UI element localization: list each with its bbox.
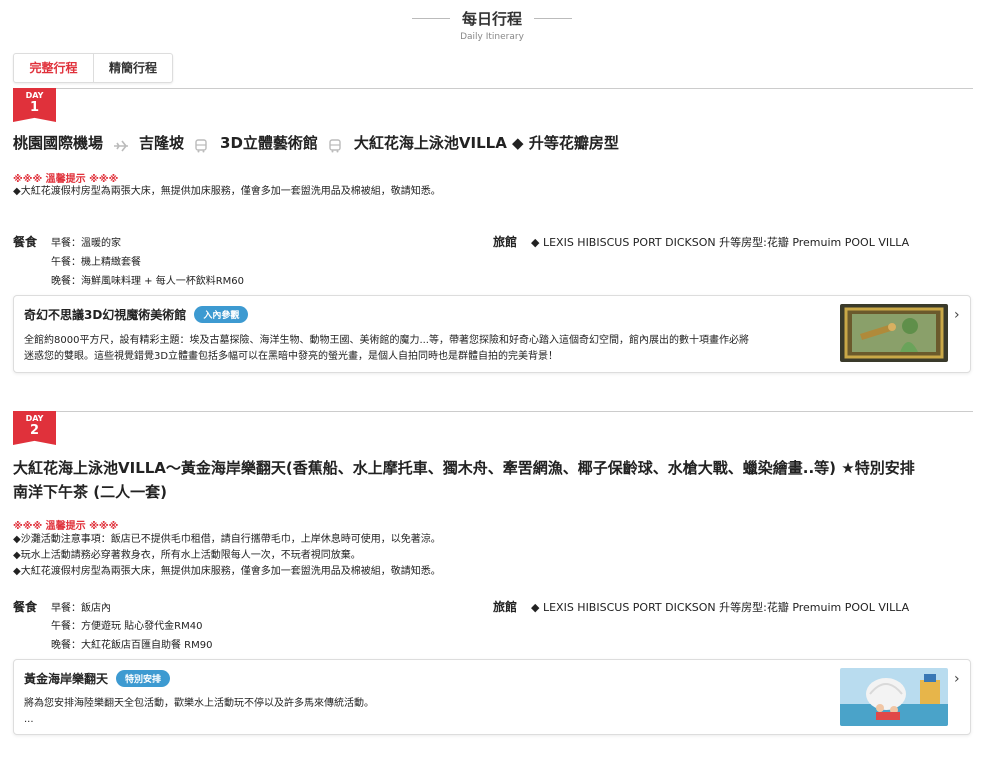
attraction-card[interactable]: 黃金海岸樂翻天 特別安排 將為您安排海陸樂翻天全包活動，歡樂水上活動玩不停以及許… (13, 659, 971, 735)
card-desc-line: 將為您安排海陸樂翻天全包活動，歡樂水上活動玩不停以及許多馬來傳統活動。 (24, 698, 374, 709)
meals-label: 餐食 (13, 235, 38, 249)
day-route: 大紅花海上泳池VILLA～黃金海岸樂翻天(香蕉船、水上摩托車、獨木舟、牽罟網漁、… (13, 456, 963, 504)
meal-lunch: 午餐：方便遊玩 貼心發代金RM40 (51, 621, 203, 632)
route-stop: 桃園國際機場 (13, 134, 104, 152)
day-badge-number: 1 (29, 100, 40, 115)
route-stop: 大紅花海上泳池VILLA ◆ 升等花瓣房型 (353, 134, 619, 152)
meal-breakfast: 早餐：飯店內 (51, 603, 111, 614)
day-route: 桃園國際機場 吉隆坡 3D立體藝術館 大紅花海上泳池VILLA ◆ 升等花瓣房型 (13, 131, 963, 155)
day-badge-number: 2 (29, 423, 40, 438)
card-description: 將為您安排海陸樂翻天全包活動，歡樂水上活動玩不停以及許多馬來傳統活動。 ... (24, 696, 834, 728)
hotel-label: 旅館 (493, 235, 518, 249)
meals-label: 餐食 (13, 600, 38, 614)
visit-tag: 入內參觀 (194, 306, 249, 323)
meal-lunch: 午餐：機上精緻套餐 (51, 257, 141, 268)
notice-title: ※※※ 溫馨提示 ※※※ (13, 174, 119, 185)
chevron-right-icon[interactable]: › (954, 308, 964, 322)
section-subtitle: Daily Itinerary (460, 32, 524, 42)
notice-line: ◆玩水上活動請務必穿著救身衣，所有水上活動限每人一次，不玩者視同放棄。 (13, 550, 361, 561)
bus-icon (328, 136, 344, 153)
title-divider-left (411, 18, 450, 19)
notice-title: ※※※ 溫馨提示 ※※※ (13, 521, 119, 532)
day-badge: DAY 2 (13, 411, 56, 445)
hotel-value: ◆ LEXIS HIBISCUS PORT DICKSON 升等房型:花瓣 Pr… (531, 601, 910, 614)
route-stop: 吉隆坡 (139, 134, 185, 152)
card-desc-line: 迷惑您的雙眼。這些視覺錯覺3D立體畫包括多幅可以在黑暗中發亮的螢光畫，是個人自拍… (24, 351, 559, 362)
title-divider-right (534, 18, 572, 19)
tab-full-itinerary[interactable]: 完整行程 (14, 54, 93, 82)
plane-icon (113, 136, 129, 152)
card-title: 黃金海岸樂翻天 (24, 672, 109, 686)
day-1-section: DAY 1 桃園國際機場 吉隆坡 3D立體藝術館 大紅花海上泳池VILLA ◆ … (13, 88, 973, 378)
day-2-section: DAY 2 大紅花海上泳池VILLA～黃金海岸樂翻天(香蕉船、水上摩托車、獨木舟… (13, 411, 973, 741)
meal-dinner: 晚餐：大紅花飯店百匯自助餐 RM90 (51, 640, 213, 651)
itinerary-tabs: 完整行程 精簡行程 (13, 53, 173, 83)
route-line: 南洋下午茶 (二人一套) (13, 483, 167, 501)
card-title-row: 黃金海岸樂翻天 特別安排 (24, 670, 171, 687)
hotel-value: ◆ LEXIS HIBISCUS PORT DICKSON 升等房型:花瓣 Pr… (531, 236, 910, 249)
card-desc-line: 全館約8000平方尺，設有精彩主題：埃及古墓探險、海洋生物、動物王國、美術館的魔… (24, 335, 749, 346)
route-stop: 3D立體藝術館 (220, 134, 318, 152)
attraction-thumbnail[interactable] (840, 668, 948, 726)
route-line: 大紅花海上泳池VILLA～黃金海岸樂翻天(香蕉船、水上摩托車、獨木舟、牽罟網漁、… (13, 459, 915, 477)
attraction-card[interactable]: 奇幻不思議3D幻視魔術美術館 入內參觀 全館約8000平方尺，設有精彩主題：埃及… (13, 295, 971, 373)
section-title: 每日行程 (461, 10, 522, 28)
card-title-row: 奇幻不思議3D幻視魔術美術館 入內參觀 (24, 306, 249, 323)
meal-breakfast: 早餐：溫暖的家 (51, 238, 121, 249)
bus-icon (194, 136, 210, 153)
chevron-right-icon[interactable]: › (954, 672, 964, 686)
special-tag: 特別安排 (116, 670, 171, 687)
day-divider (13, 88, 973, 89)
attraction-thumbnail[interactable] (840, 304, 948, 362)
day-badge: DAY 1 (13, 88, 56, 122)
section-header: 每日行程 Daily Itinerary (0, 8, 984, 42)
notice-line: ◆大紅花渡假村房型為兩張大床，無提供加床服務，僅會多加一套盥洗用品及棉被組，敬請… (13, 566, 441, 577)
notice-line: ◆沙灘活動注意事項：飯店已不提供毛巾租借，請自行攜帶毛巾，上岸休息時可使用，以免… (13, 534, 441, 545)
card-desc-line: ... (24, 714, 34, 725)
hotel-label: 旅館 (493, 600, 518, 614)
card-description: 全館約8000平方尺，設有精彩主題：埃及古墓探險、海洋生物、動物王國、美術館的魔… (24, 333, 834, 365)
title-row: 每日行程 (0, 8, 984, 29)
day-divider (13, 411, 973, 412)
card-title: 奇幻不思議3D幻視魔術美術館 (24, 308, 187, 322)
meal-dinner: 晚餐：海鮮風味料理 + 每人一杯飲料RM60 (51, 276, 245, 287)
notice-line: ◆大紅花渡假村房型為兩張大床，無提供加床服務，僅會多加一套盥洗用品及棉被組，敬請… (13, 186, 441, 197)
tab-brief-itinerary[interactable]: 精簡行程 (93, 54, 172, 82)
